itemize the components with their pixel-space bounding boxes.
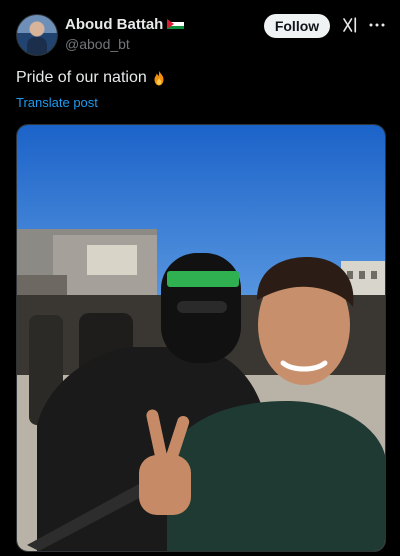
palestine-flag-icon <box>167 18 185 30</box>
author-handle[interactable]: @abod_bt <box>65 36 130 52</box>
post-header: Aboud Battah @abod_bt Follow <box>16 14 388 56</box>
author-name-row[interactable]: Aboud Battah <box>65 14 185 34</box>
fire-emoji-icon <box>154 70 164 86</box>
post-photo[interactable] <box>16 124 386 552</box>
grok-icon[interactable] <box>341 16 359 34</box>
post-text-content: Pride of our nation <box>16 69 147 86</box>
more-options-icon[interactable] <box>368 17 386 33</box>
author-display-name[interactable]: Aboud Battah <box>65 16 163 33</box>
post-text: Pride of our nation <box>16 69 168 87</box>
author-avatar[interactable] <box>16 14 58 56</box>
translate-post-link[interactable]: Translate post <box>16 95 98 110</box>
follow-button[interactable]: Follow <box>264 14 330 38</box>
